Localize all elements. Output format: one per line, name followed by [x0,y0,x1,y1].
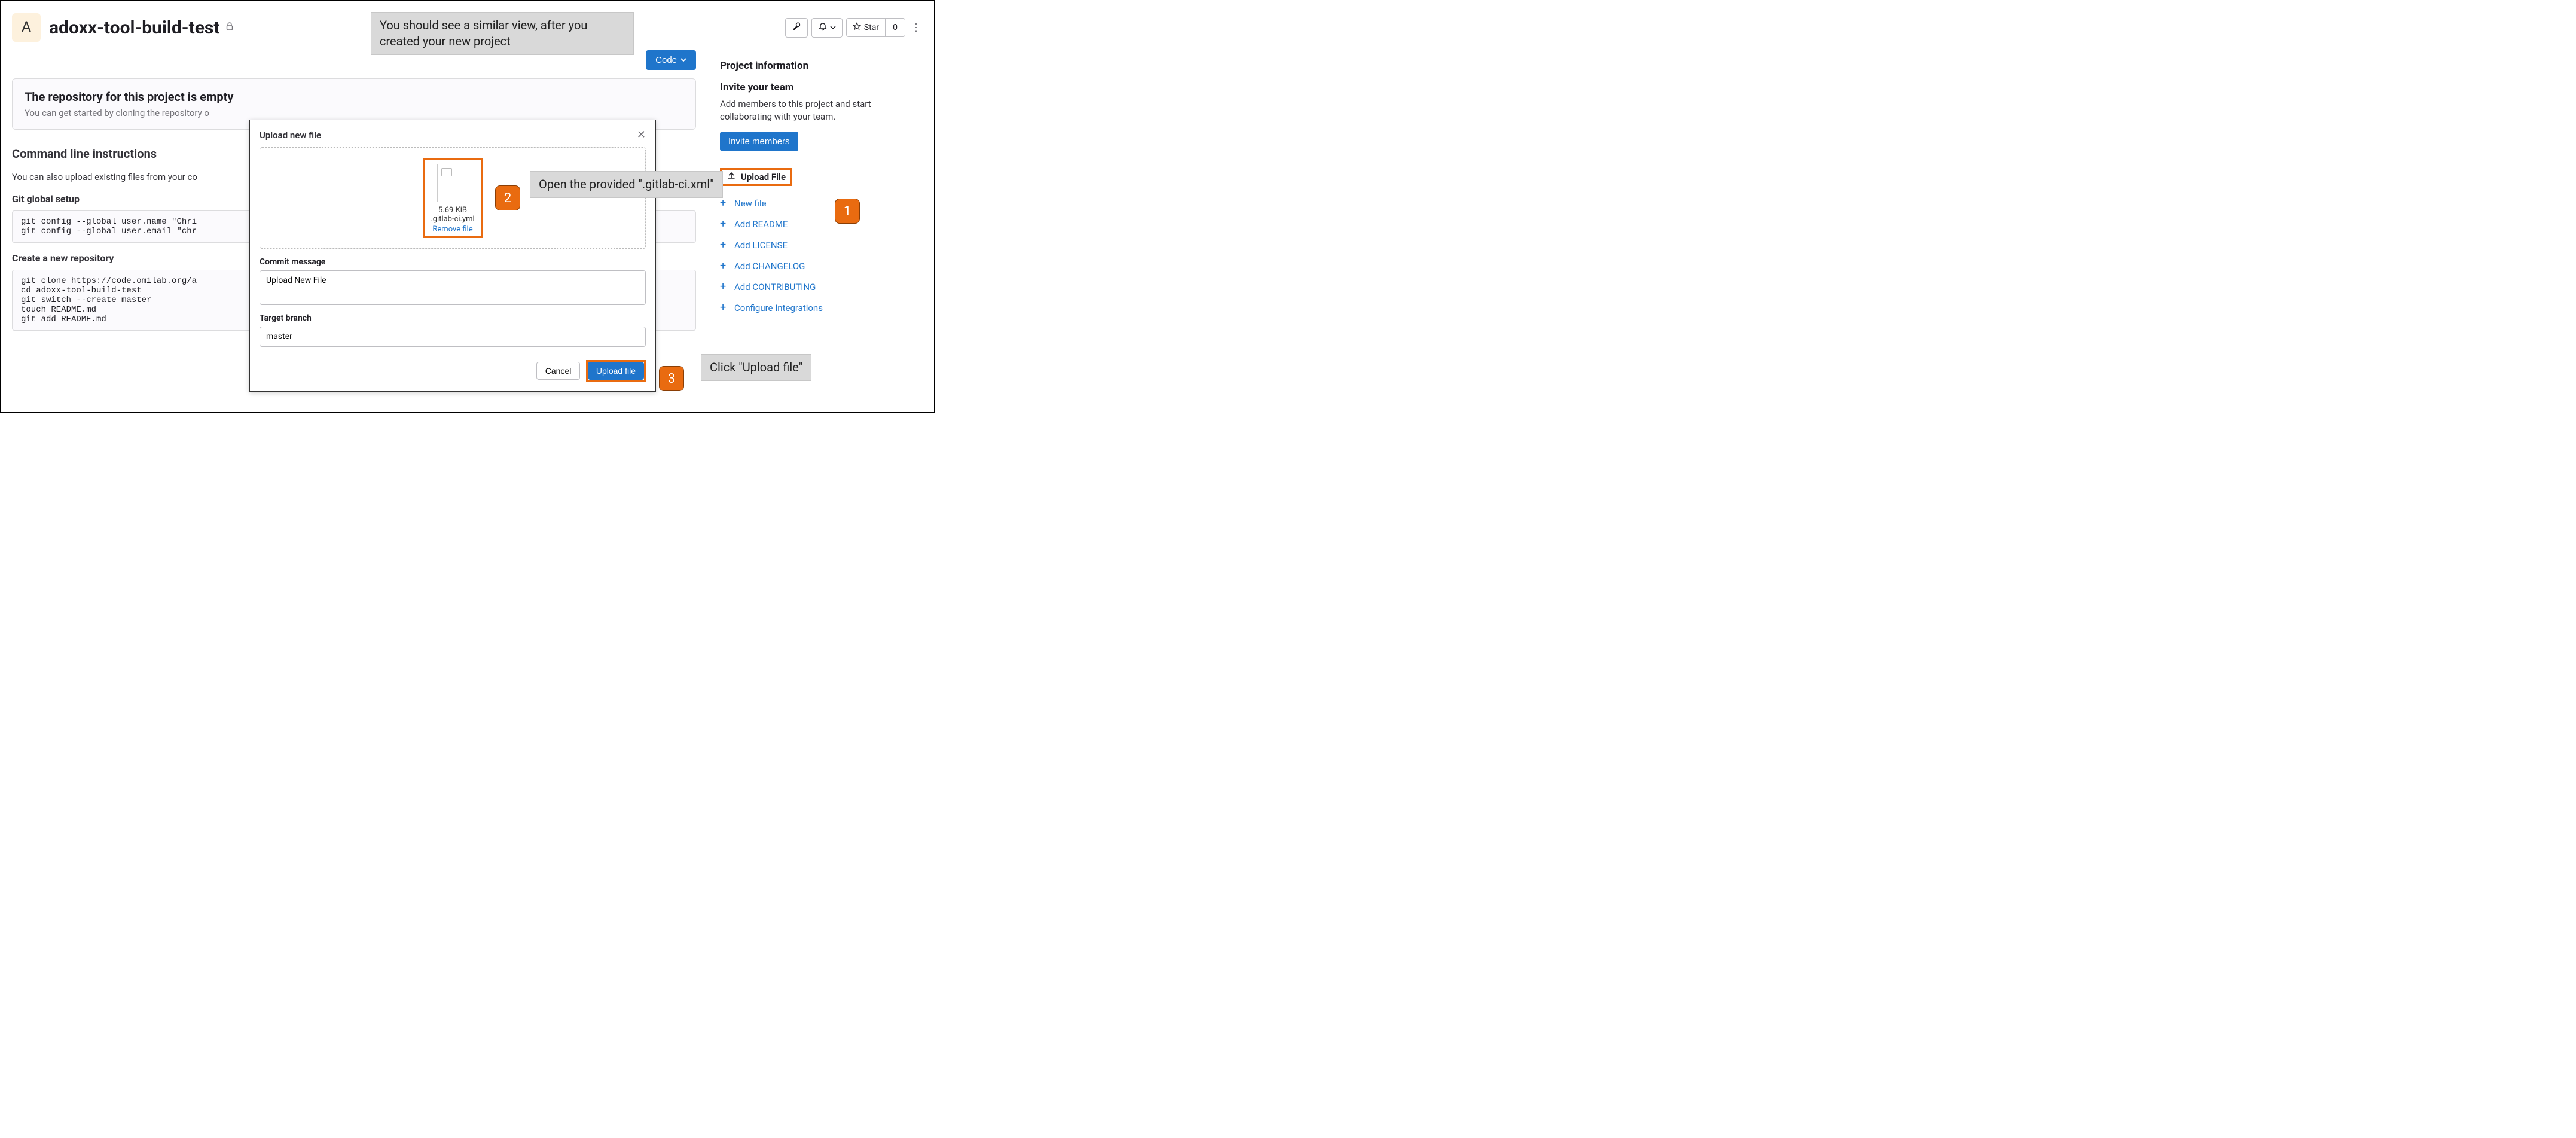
sidebar-action-add-license[interactable]: + Add LICENSE [720,239,788,251]
commit-message-label: Commit message [260,257,646,267]
sidebar-action-configure-integrations[interactable]: + Configure Integrations [720,301,823,314]
cancel-button[interactable]: Cancel [536,362,581,380]
invite-heading: Invite your team [720,81,923,93]
project-info-heading: Project information [720,60,923,72]
invite-members-button[interactable]: Invite members [720,132,798,151]
annotation-click: Click "Upload file" [701,354,811,381]
star-button[interactable]: Star 0 [846,18,905,37]
target-branch-input[interactable] [260,327,646,347]
star-icon [853,22,861,33]
notifications-button[interactable] [811,18,843,38]
plus-icon: + [720,197,730,209]
annotation-top: You should see a similar view, after you… [371,12,634,55]
bell-icon [818,22,828,33]
file-size: 5.69 KiB [431,206,474,215]
sidebar: Project information Invite your team Add… [720,50,923,331]
action-label: Add README [734,219,788,230]
sidebar-action-add-contributing[interactable]: + Add CONTRIBUTING [720,280,816,293]
upload-file-highlight: Upload file [586,360,646,382]
star-label: Star [864,23,879,32]
kebab-icon: ⋮ [911,22,921,34]
plus-icon: + [720,239,730,251]
star-count: 0 [885,19,905,36]
action-label: Configure Integrations [734,303,823,313]
action-label: Add CHANGELOG [734,261,805,271]
chevron-down-icon [680,55,686,65]
sidebar-action-new-file[interactable]: + New file [720,197,767,209]
step-badge-1: 1 [835,199,860,224]
invite-desc: Add members to this project and start co… [720,98,923,123]
project-avatar: A [12,13,41,42]
modal-title: Upload new file [260,130,637,141]
action-label: Add CONTRIBUTING [734,282,816,292]
code-button[interactable]: Code [646,50,696,70]
sidebar-action-add-readme[interactable]: + Add README [720,218,788,230]
admin-button[interactable] [785,18,808,38]
file-dropzone[interactable]: 5.69 KiB .gitlab-ci.yml Remove file [260,147,646,249]
step-badge-2: 2 [495,185,520,210]
uploaded-file-card: 5.69 KiB .gitlab-ci.yml Remove file [423,158,482,238]
close-icon: ✕ [637,129,646,141]
upload-file-button[interactable]: Upload file [588,362,644,380]
upload-file-link[interactable]: Upload File [720,168,792,186]
plus-icon: + [720,260,730,272]
plus-icon: + [720,280,730,293]
project-title: adoxx-tool-build-test [49,17,220,38]
plus-icon: + [720,301,730,314]
empty-repo-title: The repository for this project is empty [25,90,683,104]
modal-close-button[interactable]: ✕ [637,129,646,141]
upload-file-modal: Upload new file ✕ 5.69 KiB .gitlab-ci.ym… [249,120,656,392]
sidebar-actions: + New file + Add README + Add LICENSE + Add … [720,197,923,314]
annotation-open: Open the provided ".gitlab-ci.xml" [530,171,723,198]
action-label: New file [734,198,767,209]
empty-repo-subtitle: You can get started by cloning the repos… [25,108,683,118]
upload-icon [727,171,736,183]
action-label: Add LICENSE [734,240,788,251]
target-branch-label: Target branch [260,313,646,323]
upload-file-label: Upload File [741,172,786,182]
code-button-label: Code [655,55,677,65]
file-name: .gitlab-ci.yml [431,215,474,224]
step-badge-3: 3 [659,366,684,391]
file-thumb-icon [437,164,468,202]
sidebar-action-add-changelog[interactable]: + Add CHANGELOG [720,260,805,272]
more-actions-button[interactable]: ⋮ [909,22,923,34]
commit-message-input[interactable] [260,270,646,305]
lock-icon [225,22,234,33]
remove-file-link[interactable]: Remove file [432,225,472,234]
plus-icon: + [720,218,730,230]
wrench-icon [792,22,801,33]
chevron-down-icon [830,23,836,32]
